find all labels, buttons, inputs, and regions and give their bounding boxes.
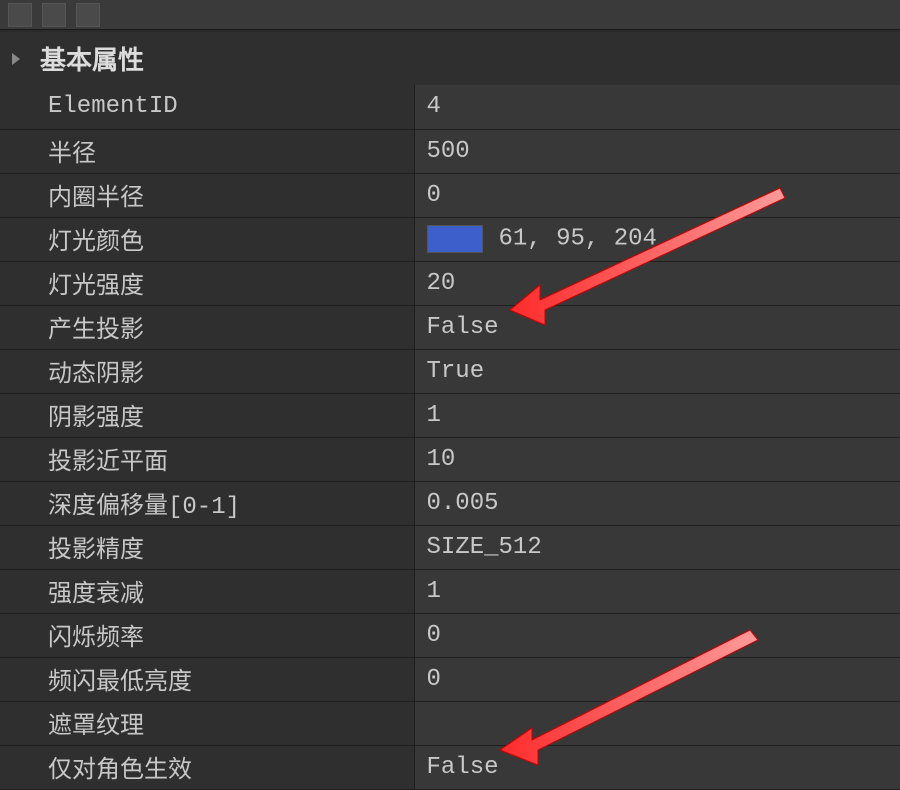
prop-value-attenuation[interactable]: 1 xyxy=(414,569,900,613)
prop-label-flicker-min: 频闪最低亮度 xyxy=(0,657,414,701)
section-title: 基本属性 xyxy=(40,47,144,77)
prop-label-light-color: 灯光颜色 xyxy=(0,217,414,261)
prop-value-mask-texture[interactable] xyxy=(414,701,900,745)
prop-value-shadow-near[interactable]: 10 xyxy=(414,437,900,481)
table-row: 闪烁频率 0 xyxy=(0,613,900,657)
toolbar-button-3[interactable] xyxy=(76,3,100,27)
table-row: 遮罩纹理 xyxy=(0,701,900,745)
prop-label-radius: 半径 xyxy=(0,129,414,173)
table-row: 投影近平面 10 xyxy=(0,437,900,481)
table-row: 内圈半径 0 xyxy=(0,173,900,217)
prop-value-dynamic-shadow[interactable]: True xyxy=(414,349,900,393)
table-row: 灯光强度 20 xyxy=(0,261,900,305)
collapse-caret-icon[interactable] xyxy=(12,53,20,65)
prop-value-character-only[interactable]: False xyxy=(414,745,900,789)
prop-value-inner-radius[interactable]: 0 xyxy=(414,173,900,217)
table-row: ElementID 4 xyxy=(0,85,900,129)
prop-label-shadow-near: 投影近平面 xyxy=(0,437,414,481)
color-value-text: 61, 95, 204 xyxy=(499,225,657,252)
prop-value-light-color[interactable]: 61, 95, 204 xyxy=(414,217,900,261)
prop-value-flicker-freq[interactable]: 0 xyxy=(414,613,900,657)
property-panel: 基本属性 ElementID 4 半径 500 内圈半径 0 灯光颜色 61, … xyxy=(0,32,900,790)
prop-label-shadow-precision: 投影精度 xyxy=(0,525,414,569)
prop-value-elementid[interactable]: 4 xyxy=(414,85,900,129)
prop-label-dynamic-shadow: 动态阴影 xyxy=(0,349,414,393)
table-row: 灯光颜色 61, 95, 204 xyxy=(0,217,900,261)
prop-label-character-only: 仅对角色生效 xyxy=(0,745,414,789)
property-table: ElementID 4 半径 500 内圈半径 0 灯光颜色 61, 95, 2… xyxy=(0,85,900,790)
table-row: 仅对角色生效 False xyxy=(0,745,900,789)
table-row: 半径 500 xyxy=(0,129,900,173)
table-row: 深度偏移量[0-1] 0.005 xyxy=(0,481,900,525)
table-row: 阴影强度 1 xyxy=(0,393,900,437)
table-row: 强度衰减 1 xyxy=(0,569,900,613)
toolbar-button-2[interactable] xyxy=(42,3,66,27)
table-row: 频闪最低亮度 0 xyxy=(0,657,900,701)
table-row: 投影精度 SIZE_512 xyxy=(0,525,900,569)
prop-value-radius[interactable]: 500 xyxy=(414,129,900,173)
toolbar xyxy=(0,0,900,30)
prop-label-cast-shadow: 产生投影 xyxy=(0,305,414,349)
prop-label-elementid: ElementID xyxy=(0,85,414,129)
prop-value-depth-offset[interactable]: 0.005 xyxy=(414,481,900,525)
prop-value-flicker-min[interactable]: 0 xyxy=(414,657,900,701)
prop-label-flicker-freq: 闪烁频率 xyxy=(0,613,414,657)
color-swatch-icon[interactable] xyxy=(427,225,483,253)
prop-value-shadow-precision[interactable]: SIZE_512 xyxy=(414,525,900,569)
prop-value-light-intensity[interactable]: 20 xyxy=(414,261,900,305)
table-row: 产生投影 False xyxy=(0,305,900,349)
prop-label-depth-offset: 深度偏移量[0-1] xyxy=(0,481,414,525)
table-row: 动态阴影 True xyxy=(0,349,900,393)
toolbar-button-1[interactable] xyxy=(8,3,32,27)
prop-label-light-intensity: 灯光强度 xyxy=(0,261,414,305)
prop-label-shadow-intensity: 阴影强度 xyxy=(0,393,414,437)
prop-value-cast-shadow[interactable]: False xyxy=(414,305,900,349)
prop-label-inner-radius: 内圈半径 xyxy=(0,173,414,217)
prop-label-mask-texture: 遮罩纹理 xyxy=(0,701,414,745)
prop-value-shadow-intensity[interactable]: 1 xyxy=(414,393,900,437)
section-header[interactable]: 基本属性 xyxy=(0,32,900,85)
prop-label-attenuation: 强度衰减 xyxy=(0,569,414,613)
